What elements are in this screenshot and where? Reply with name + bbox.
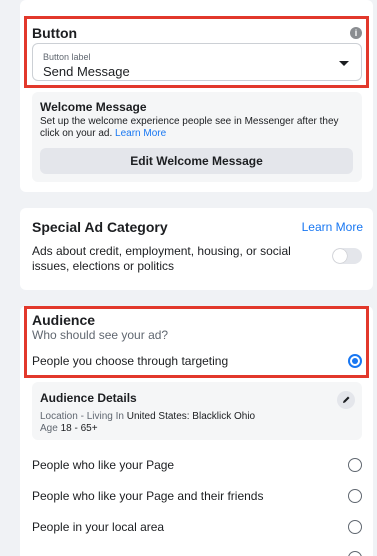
button-label-field-label: Button label	[43, 52, 91, 62]
welcome-message-title: Welcome Message	[40, 100, 147, 114]
audience-location-value: United States: Blacklick Ohio	[126, 411, 256, 422]
welcome-learn-more-link[interactable]: Learn More	[115, 128, 166, 139]
special-ad-description: Ads about credit, employment, housing, o…	[32, 244, 291, 273]
audience-details-title: Audience Details	[40, 391, 137, 405]
audience-age-value: 18 - 65+	[60, 423, 98, 434]
audience-subtitle: Who should see your ad?	[32, 328, 169, 342]
button-label-select[interactable]: Button label Send Message	[32, 43, 362, 81]
audience-option-page-likes-friends-radio[interactable]	[348, 489, 362, 503]
audience-option-page-likes-label: People who like your Page	[32, 458, 175, 472]
audience-option-partial-radio[interactable]	[348, 551, 362, 556]
pencil-icon-svg	[343, 396, 350, 403]
chevron-down-icon	[339, 61, 349, 66]
special-ad-category-title: Special Ad Category	[32, 219, 168, 235]
button-section-card: Button i Button label Send Message Welco…	[20, 0, 373, 192]
audience-option-page-likes-friends-label: People who like your Page and their frie…	[32, 489, 264, 503]
welcome-message-panel: Welcome Message Set up the welcome exper…	[32, 92, 362, 182]
special-ad-category-card: Special Ad Category Learn More Ads about…	[20, 208, 373, 290]
welcome-message-description: Set up the welcome experience people see…	[40, 116, 350, 140]
welcome-message-text: Set up the welcome experience people see…	[40, 116, 339, 139]
audience-option-local-area-label: People in your local area	[32, 520, 165, 534]
toggle-knob	[333, 249, 347, 263]
audience-location: Location - Living In United States: Blac…	[40, 411, 255, 423]
edit-pencil-icon[interactable]	[337, 391, 355, 409]
audience-location-prefix: Location - Living In	[40, 411, 127, 422]
audience-details-panel: Audience Details Location - Living In Un…	[32, 382, 362, 440]
audience-title: Audience	[32, 312, 96, 328]
audience-age: Age 18 - 65+	[40, 423, 98, 435]
edit-welcome-message-button[interactable]: Edit Welcome Message	[40, 148, 353, 174]
audience-age-prefix: Age	[40, 423, 61, 434]
info-icon[interactable]: i	[350, 27, 362, 39]
audience-option-local-area-radio[interactable]	[348, 520, 362, 534]
special-ad-learn-more-link[interactable]: Learn More	[302, 220, 363, 234]
audience-option-targeting-label: People you choose through targeting	[32, 354, 229, 368]
button-section-title: Button	[32, 25, 78, 41]
special-ad-toggle[interactable]	[332, 248, 362, 264]
audience-option-targeting-radio[interactable]	[348, 354, 362, 368]
audience-option-page-likes-radio[interactable]	[348, 458, 362, 472]
button-label-value: Send Message	[43, 64, 130, 79]
audience-card: Audience Who should see your ad? People …	[20, 306, 373, 556]
